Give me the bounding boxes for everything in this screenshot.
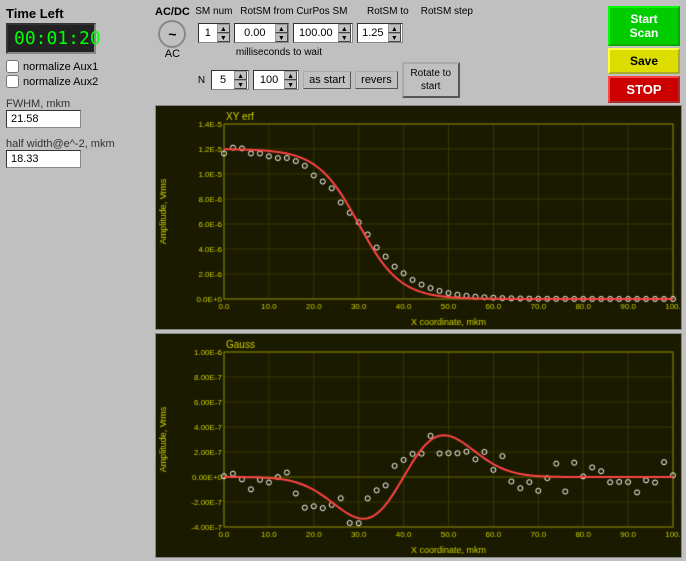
sm-num-spinner[interactable]: ▲ ▼ (198, 23, 230, 43)
stop-button[interactable]: STOP (608, 76, 680, 103)
time-left-section: Time Left 00:01:20 (6, 6, 149, 54)
normalize-aux1-row: normalize Aux1 (6, 60, 149, 73)
ms-input[interactable] (254, 74, 284, 86)
start-scan-button[interactable]: Start Scan (608, 6, 680, 46)
rot-sm-to-input[interactable] (294, 27, 338, 39)
rot-sm-from-input[interactable] (235, 27, 275, 39)
normalize-aux2-label: normalize Aux2 (23, 76, 98, 88)
rot-sm-step-arrows: ▲ ▼ (388, 24, 401, 42)
chart1-canvas (156, 106, 681, 329)
normalize-aux2-checkbox[interactable] (6, 75, 19, 88)
half-width-section: half width@e^-2, mkm 18.33 (6, 138, 149, 168)
checkbox-group: normalize Aux1 normalize Aux2 (6, 60, 149, 88)
n-spinner[interactable]: ▲ ▼ (211, 70, 249, 90)
revers-button[interactable]: revers (355, 71, 398, 89)
normalize-aux2-row: normalize Aux2 (6, 75, 149, 88)
rot-sm-to-arrows: ▲ ▼ (338, 24, 351, 42)
ms-wait-label: milliseconds to wait (236, 47, 600, 58)
ms-down[interactable]: ▼ (284, 80, 297, 89)
rot-sm-from-arrows: ▲ ▼ (275, 24, 288, 42)
n-input[interactable] (212, 74, 234, 86)
rotate-to-start-label: Rotate tostart (410, 68, 451, 92)
rot-sm-to-down[interactable]: ▼ (338, 33, 351, 42)
n-arrows: ▲ ▼ (234, 71, 247, 89)
acdc-label: AC/DC (155, 6, 190, 18)
rot-sm-to-spinner[interactable]: ▲ ▼ (293, 23, 353, 43)
sm-num-arrows: ▲ ▼ (217, 24, 230, 42)
spinner-row-2: N ▲ ▼ ▲ ▼ (198, 62, 600, 98)
time-left-label: Time Left (6, 6, 149, 21)
fwhm-section: FWHM, mkm 21.58 (6, 98, 149, 128)
sm-num-input[interactable] (199, 27, 217, 39)
chart2-container (155, 333, 682, 558)
rot-sm-from-label: RotSM from CurPos SM (240, 6, 347, 17)
chart1-container (155, 105, 682, 330)
rot-sm-step-label: RotSM step (421, 6, 473, 17)
n-down[interactable]: ▼ (234, 80, 247, 89)
rot-sm-to-col: RotSM to (358, 6, 418, 19)
ms-up[interactable]: ▲ (284, 71, 297, 80)
rot-sm-from-down[interactable]: ▼ (275, 33, 288, 42)
half-width-label: half width@e^-2, mkm (6, 138, 149, 150)
sm-controls: SM num RotSM from CurPos SM RotSM to Rot… (198, 6, 600, 98)
time-display: 00:01:20 (6, 23, 96, 54)
n-label: N (198, 75, 205, 86)
as-start-button[interactable]: as start (303, 71, 351, 89)
action-buttons: Start Scan Save STOP (608, 6, 680, 103)
sm-header-row: SM num RotSM from CurPos SM RotSM to Rot… (198, 6, 600, 19)
rotate-to-start-button[interactable]: Rotate tostart (402, 62, 460, 98)
rot-sm-step-spinner[interactable]: ▲ ▼ (357, 23, 403, 43)
sm-num-col: SM num (198, 6, 230, 19)
acdc-section: AC/DC ~ AC (155, 6, 190, 60)
half-width-value: 18.33 (6, 150, 81, 168)
top-controls: AC/DC ~ AC SM num RotSM from CurPos SM (155, 4, 682, 105)
acdc-mode: AC (165, 48, 180, 60)
acdc-symbol: ~ (168, 26, 176, 42)
right-panel: AC/DC ~ AC SM num RotSM from CurPos SM (155, 0, 686, 561)
rot-sm-from-spinner[interactable]: ▲ ▼ (234, 23, 289, 43)
spinner-row-1: ▲ ▼ ▲ ▼ (198, 23, 600, 43)
left-panel: Time Left 00:01:20 normalize Aux1 normal… (0, 0, 155, 561)
rot-sm-to-label: RotSM to (367, 6, 409, 17)
sm-num-label: SM num (195, 6, 232, 17)
fwhm-value: 21.58 (6, 110, 81, 128)
n-up[interactable]: ▲ (234, 71, 247, 80)
rot-sm-from-up[interactable]: ▲ (275, 24, 288, 33)
charts-area (155, 105, 682, 558)
rot-sm-from-col: RotSM from CurPos SM (234, 6, 354, 19)
ms-arrows: ▲ ▼ (284, 71, 297, 89)
acdc-knob[interactable]: ~ (158, 20, 186, 48)
rot-sm-step-col: RotSM step (422, 6, 472, 19)
rot-sm-step-input[interactable] (358, 27, 388, 39)
sm-num-down[interactable]: ▼ (217, 33, 230, 42)
chart2-canvas (156, 334, 681, 557)
rot-sm-step-up[interactable]: ▲ (388, 24, 401, 33)
sm-num-up[interactable]: ▲ (217, 24, 230, 33)
rot-sm-step-down[interactable]: ▼ (388, 33, 401, 42)
ms-spinner[interactable]: ▲ ▼ (253, 70, 299, 90)
save-button[interactable]: Save (608, 48, 680, 74)
fwhm-label: FWHM, mkm (6, 98, 149, 110)
normalize-aux1-label: normalize Aux1 (23, 61, 98, 73)
normalize-aux1-checkbox[interactable] (6, 60, 19, 73)
rot-sm-to-up[interactable]: ▲ (338, 24, 351, 33)
